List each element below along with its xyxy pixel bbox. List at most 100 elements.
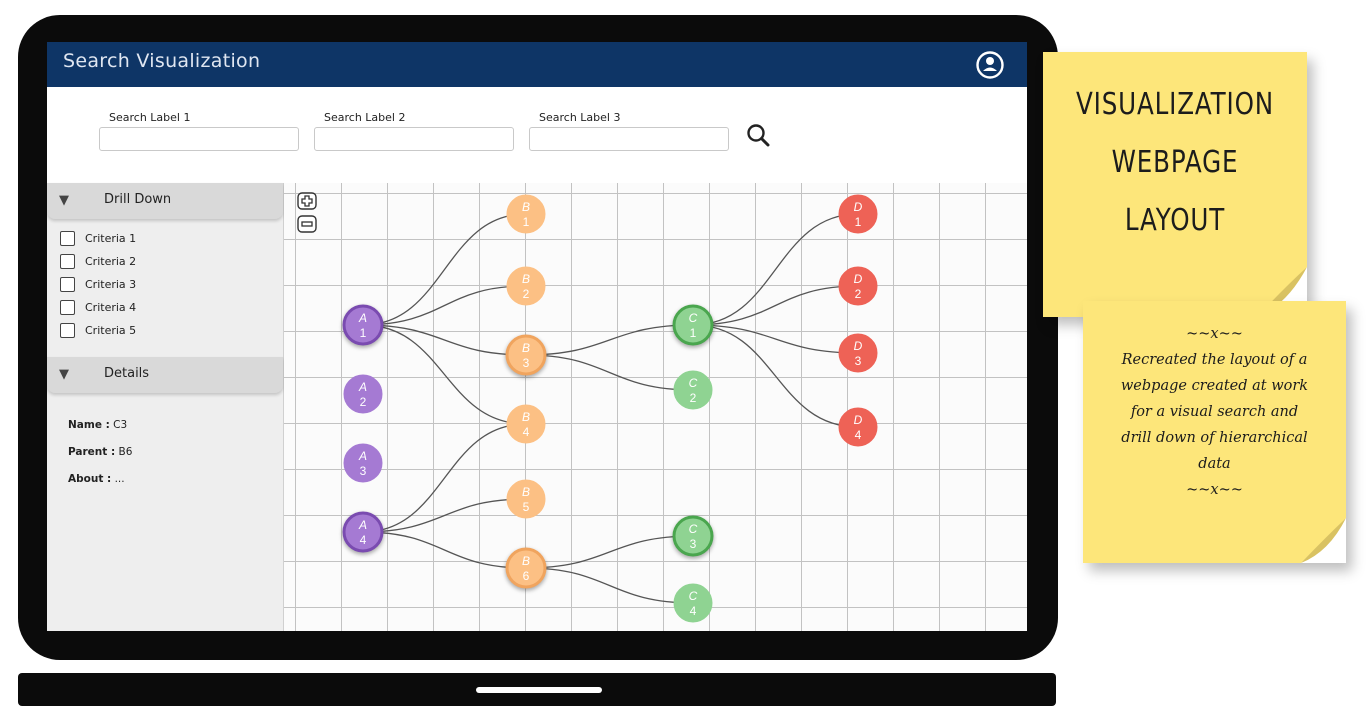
detail-about: About : ...	[68, 473, 125, 485]
graph-edge	[525, 535, 694, 569]
hierarchy-graph: A1A2A3A4B1B2B3B4B5B6C1C2C3C4D1D2D3D4	[342, 194, 878, 623]
note-line: for a visual search and	[1130, 404, 1299, 420]
criteria-checkbox[interactable]	[60, 323, 75, 338]
node-letter: A	[358, 449, 367, 463]
node-letter: B	[522, 272, 530, 286]
node-number: 1	[855, 215, 862, 229]
node-letter: A	[358, 311, 367, 325]
node-number: 2	[523, 287, 530, 301]
graph-edge	[362, 324, 527, 356]
detail-about-label: About :	[68, 473, 112, 485]
node-number: 1	[523, 215, 530, 229]
node-letter: B	[522, 200, 530, 214]
search-label-2: Search Label 2	[324, 111, 406, 124]
node-number: 4	[690, 604, 697, 618]
node-number: 2	[360, 395, 367, 409]
sidebar: ▼ Drill Down Criteria 1 Criteria 2 Crite…	[47, 183, 284, 631]
graph-node-b1[interactable]: B1	[506, 194, 546, 234]
search-input-3[interactable]	[529, 127, 729, 151]
graph-node-c4[interactable]: C4	[673, 583, 713, 623]
note-body: ~~x~~ Recreated the layout of a webpage …	[1091, 321, 1338, 503]
node-letter: A	[358, 380, 367, 394]
graph-node-a2[interactable]: A2	[343, 374, 383, 414]
graph-node-b5[interactable]: B5	[506, 479, 546, 519]
detail-name-label: Name :	[68, 419, 110, 431]
graph-node-a3[interactable]: A3	[343, 443, 383, 483]
node-letter: B	[522, 554, 530, 568]
node-number: 6	[523, 569, 530, 583]
graph-node-c3[interactable]: C3	[672, 515, 714, 557]
node-letter: C	[689, 311, 698, 325]
graph-node-c1[interactable]: C1	[672, 304, 714, 346]
drill-down-title: Drill Down	[104, 192, 172, 207]
criteria-checkbox[interactable]	[60, 231, 75, 246]
graph-node-b6[interactable]: B6	[505, 547, 547, 589]
sticky-note-title: Visualization webpage layout	[1043, 52, 1307, 317]
graph-edge	[362, 285, 527, 326]
detail-parent-value: B6	[118, 446, 133, 458]
criteria-label: Criteria 3	[85, 278, 137, 291]
graph-node-a4[interactable]: A4	[342, 511, 384, 553]
search-input-2[interactable]	[314, 127, 514, 151]
details-header[interactable]: ▼ Details	[47, 357, 283, 393]
detail-name-value: C3	[113, 419, 128, 431]
graph-node-b2[interactable]: B2	[506, 266, 546, 306]
detail-parent-label: Parent :	[68, 446, 116, 458]
note-line: ~~x~~	[1186, 482, 1243, 498]
node-letter: D	[854, 413, 863, 427]
graph-node-b3[interactable]: B3	[505, 334, 547, 376]
drill-down-header[interactable]: ▼ Drill Down	[47, 183, 283, 219]
graph-edge	[692, 213, 859, 326]
graph-node-a1[interactable]: A1	[342, 304, 384, 346]
node-number: 3	[523, 356, 530, 370]
node-number: 4	[855, 428, 862, 442]
graph-edge	[692, 285, 859, 326]
node-number: 5	[523, 500, 530, 514]
detail-name: Name : C3	[68, 419, 127, 431]
search-button[interactable]	[745, 122, 773, 150]
triangle-down-icon: ▼	[59, 367, 69, 382]
graph-node-d3[interactable]: D3	[838, 333, 878, 373]
criteria-checkbox[interactable]	[60, 254, 75, 269]
node-letter: C	[689, 589, 698, 603]
criteria-checkbox[interactable]	[60, 300, 75, 315]
search-input-1[interactable]	[99, 127, 299, 151]
search-label-1: Search Label 1	[109, 111, 191, 124]
node-letter: C	[689, 376, 698, 390]
search-label-3: Search Label 3	[539, 111, 621, 124]
graph-node-c2[interactable]: C2	[673, 370, 713, 410]
graph-edge	[692, 324, 859, 428]
criteria-label: Criteria 2	[85, 255, 137, 268]
search-field-1: Search Label 1	[99, 111, 299, 151]
graph-node-d1[interactable]: D1	[838, 194, 878, 234]
search-bar: Search Label 1 Search Label 2 Search Lab…	[47, 87, 1027, 184]
node-number: 3	[360, 464, 367, 478]
node-letter: B	[522, 485, 530, 499]
detail-parent: Parent : B6	[68, 446, 132, 458]
details-title: Details	[104, 366, 150, 381]
node-letter: D	[854, 272, 863, 286]
node-number: 1	[360, 326, 367, 340]
graph-node-d4[interactable]: D4	[838, 407, 878, 447]
magnifier-icon	[747, 124, 770, 147]
node-number: 1	[690, 326, 697, 340]
node-number: 3	[690, 537, 697, 551]
graph-node-b4[interactable]: B4	[506, 404, 546, 444]
criteria-checkbox[interactable]	[60, 277, 75, 292]
node-letter: C	[689, 522, 698, 536]
node-number: 3	[855, 354, 862, 368]
node-letter: D	[854, 339, 863, 353]
node-number: 2	[855, 287, 862, 301]
note-line: data	[1198, 456, 1231, 472]
node-number: 4	[360, 533, 367, 547]
sticky-note-description: ~~x~~ Recreated the layout of a webpage …	[1083, 301, 1346, 563]
graph-edge	[362, 498, 527, 533]
user-circle-icon[interactable]	[975, 50, 1005, 80]
node-number: 2	[690, 391, 697, 405]
note-line: webpage created at work	[1120, 378, 1309, 394]
node-letter: B	[522, 410, 530, 424]
graph-canvas[interactable]: A1A2A3A4B1B2B3B4B5B6C1C2C3C4D1D2D3D4	[284, 183, 1027, 631]
home-indicator	[476, 687, 602, 693]
graph-node-d2[interactable]: D2	[838, 266, 878, 306]
note-title: Visualization webpage layout	[1076, 87, 1274, 238]
